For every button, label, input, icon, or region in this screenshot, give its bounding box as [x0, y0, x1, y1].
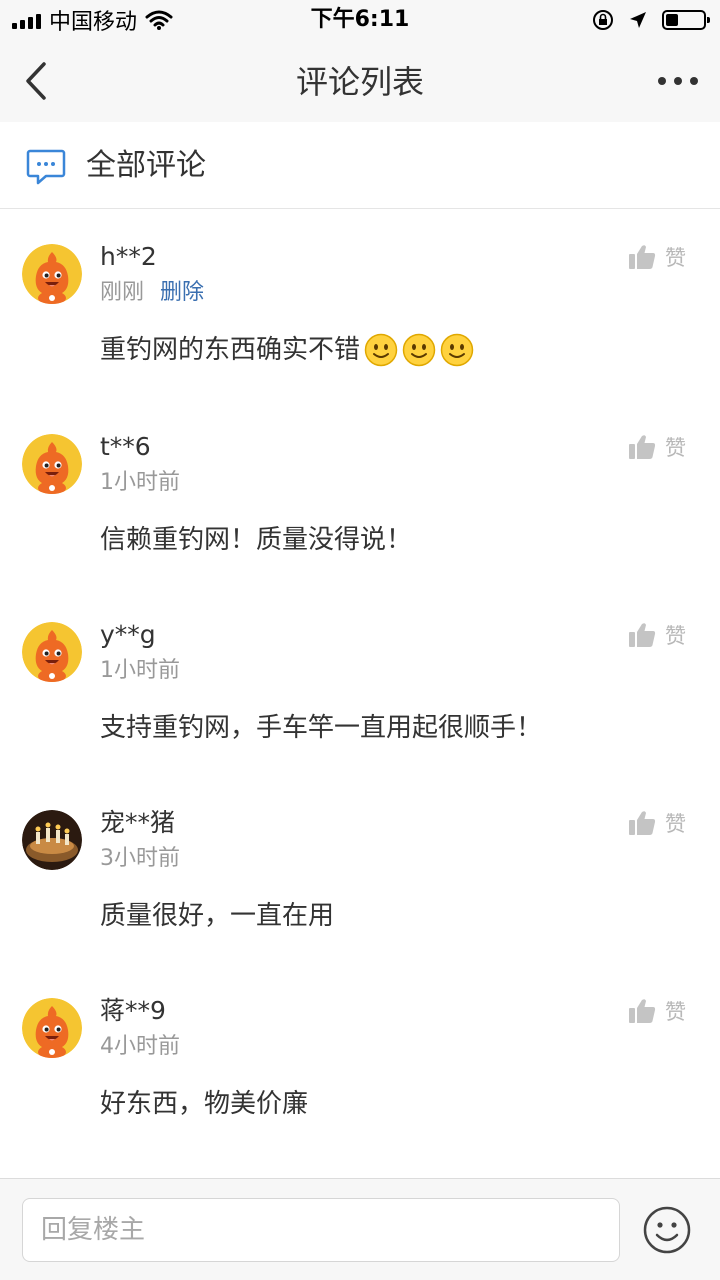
more-dot-icon	[690, 77, 698, 85]
more-dot-icon	[674, 77, 682, 85]
avatar[interactable]	[22, 434, 82, 494]
thumbs-up-icon	[627, 432, 657, 462]
thumbs-up-icon	[627, 242, 657, 272]
reply-bar	[0, 1178, 720, 1280]
comment-meta: 3小时前	[100, 844, 180, 874]
comments-section-header: 全部评论	[0, 122, 720, 209]
thumbs-up-icon	[627, 996, 657, 1026]
emoji-button[interactable]	[642, 1205, 692, 1255]
status-bar: 中国移动 下午6:11	[0, 0, 720, 40]
avatar[interactable]	[22, 622, 82, 682]
like-button[interactable]: 赞	[627, 620, 686, 650]
thumbs-up-icon	[627, 808, 657, 838]
comment-text: 支持重钓网，手车竿一直用起很顺手！	[100, 713, 543, 743]
smiley-emoji-icon	[402, 333, 436, 367]
comment-text: 重钓网的东西确实不错	[100, 335, 361, 365]
smiley-face-icon	[643, 1206, 691, 1254]
comment-text: 好东西，物美价廉	[100, 1089, 309, 1119]
comment-username: 蒋**9	[100, 996, 166, 1025]
mascot-avatar-icon	[22, 434, 82, 494]
avatar[interactable]	[22, 810, 82, 870]
comment-text: 信赖重钓网！质量没得说！	[100, 525, 413, 555]
comment-item: 蒋**9 4小时前 赞 好东西，物美价廉	[0, 964, 720, 1144]
comment-item: y**g 1小时前 赞 支持重钓网，手车竿一直用起很顺手！	[0, 588, 720, 768]
comment-time: 1小时前	[100, 470, 180, 495]
like-label: 赞	[665, 246, 686, 270]
location-arrow-icon	[630, 12, 646, 28]
nav-bar: 评论列表	[0, 40, 720, 122]
mascot-avatar-icon	[22, 244, 82, 304]
status-right	[592, 6, 710, 34]
thumbs-up-icon	[627, 620, 657, 650]
more-button[interactable]	[658, 70, 698, 92]
comment-username: y**g	[100, 620, 156, 649]
comment-time: 3小时前	[100, 846, 180, 871]
comment-meta: 4小时前	[100, 1032, 180, 1062]
avatar[interactable]	[22, 998, 82, 1058]
comment-content: 重钓网的东西确实不错	[100, 332, 474, 368]
more-dot-icon	[658, 77, 666, 85]
mascot-avatar-icon	[22, 998, 82, 1058]
like-label: 赞	[665, 624, 686, 648]
page-title: 评论列表	[295, 63, 424, 101]
comment-username: 宠**猪	[100, 808, 176, 837]
smiley-emoji-icon	[440, 333, 474, 367]
section-title: 全部评论	[86, 148, 206, 183]
smiley-emoji-icon	[364, 333, 398, 367]
comment-meta: 1小时前	[100, 656, 180, 686]
comment-content: 信赖重钓网！质量没得说！	[100, 522, 412, 558]
comment-meta: 1小时前	[100, 468, 180, 498]
comment-content: 质量很好，一直在用	[100, 898, 334, 934]
comment-username: h**2	[100, 242, 157, 271]
mascot-avatar-icon	[22, 622, 82, 682]
comment-content: 支持重钓网，手车竿一直用起很顺手！	[100, 710, 542, 746]
comment-meta: 刚刚 删除	[100, 278, 204, 308]
like-label: 赞	[665, 812, 686, 836]
comment-username: t**6	[100, 432, 151, 461]
comment-item: t**6 1小时前 赞 信赖重钓网！质量没得说！	[0, 400, 720, 580]
like-button[interactable]: 赞	[627, 242, 686, 272]
comment-item: h**2 刚刚 删除 赞 重钓网的东西确实不错	[0, 210, 720, 390]
candles-photo-icon	[22, 810, 82, 870]
comment-time: 1小时前	[100, 658, 180, 683]
like-label: 赞	[665, 436, 686, 460]
delete-button[interactable]: 删除	[160, 278, 204, 308]
avatar[interactable]	[22, 244, 82, 304]
like-button[interactable]: 赞	[627, 808, 686, 838]
comment-item: 宠**猪 3小时前 赞 质量很好，一直在用	[0, 776, 720, 956]
comment-content: 好东西，物美价廉	[100, 1086, 308, 1122]
like-button[interactable]: 赞	[627, 996, 686, 1026]
like-button[interactable]: 赞	[627, 432, 686, 462]
like-label: 赞	[665, 1000, 686, 1024]
comment-text: 质量很好，一直在用	[100, 901, 335, 931]
comment-bubble-icon	[26, 149, 66, 185]
comment-time: 4小时前	[100, 1034, 180, 1059]
battery-icon	[662, 10, 710, 30]
reply-input[interactable]	[22, 1198, 620, 1262]
orientation-lock-icon	[593, 10, 613, 30]
comment-time: 刚刚	[100, 280, 145, 305]
